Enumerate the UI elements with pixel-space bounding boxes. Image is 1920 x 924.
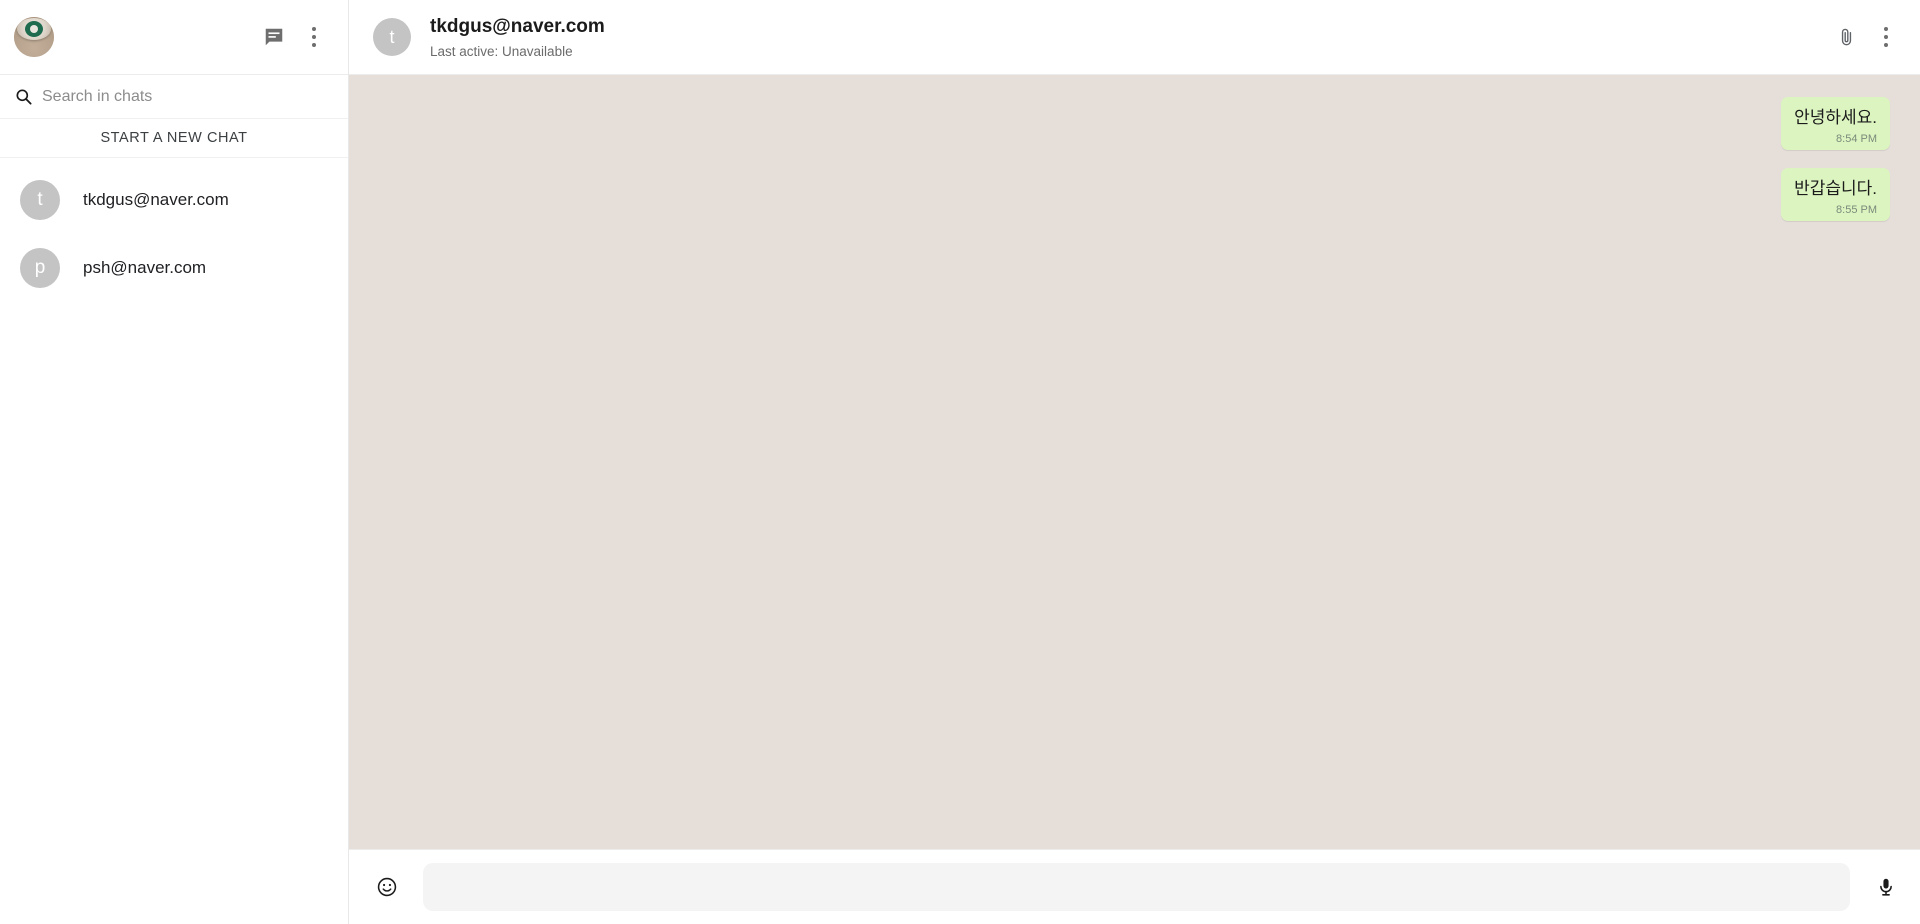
attach-file-button[interactable] xyxy=(1826,17,1866,57)
message-bubble-outgoing: 반갑습니다. 8:55 PM xyxy=(1781,168,1890,222)
search-bar[interactable] xyxy=(0,75,348,119)
chat-header: t tkdgus@naver.com Last active: Unavaila… xyxy=(349,0,1920,75)
new-chat-button[interactable] xyxy=(254,17,294,57)
avatar-photo-logo xyxy=(25,21,43,37)
chat-list-item-psh[interactable]: p psh@naver.com xyxy=(0,234,348,302)
microphone-icon xyxy=(1875,876,1897,898)
start-new-chat-button[interactable]: START A NEW CHAT xyxy=(0,119,348,158)
emoji-smiley-icon xyxy=(376,876,398,898)
sidebar-more-options-button[interactable] xyxy=(294,17,334,57)
page-title: tkdgus@naver.com xyxy=(430,16,605,38)
chat-list-item-tkdgus[interactable]: t tkdgus@naver.com xyxy=(0,166,348,234)
chat-panel: t tkdgus@naver.com Last active: Unavaila… xyxy=(349,0,1920,924)
chat-list-item-avatar: t xyxy=(20,180,60,220)
start-new-chat-label: START A NEW CHAT xyxy=(100,130,248,146)
message-text: 반갑습니다. xyxy=(1794,179,1877,199)
more-options-icon xyxy=(312,27,316,47)
message-list[interactable]: 안녕하세요. 8:54 PM 반갑습니다. 8:55 PM xyxy=(349,75,1920,849)
chat-header-avatar[interactable]: t xyxy=(373,18,411,56)
chat-list-item-name: psh@naver.com xyxy=(83,258,207,277)
message-timestamp: 8:54 PM xyxy=(1836,133,1877,146)
chat-list-item-name: tkdgus@naver.com xyxy=(83,190,229,209)
sidebar-toolbar xyxy=(0,0,348,75)
attachment-icon xyxy=(1836,27,1857,48)
message-timestamp: 8:55 PM xyxy=(1836,204,1877,217)
message-bubble-outgoing: 안녕하세요. 8:54 PM xyxy=(1781,97,1890,151)
search-icon xyxy=(8,82,38,112)
emoji-picker-button[interactable] xyxy=(367,867,407,907)
message-composer xyxy=(349,849,1920,924)
message-input[interactable] xyxy=(423,863,1850,911)
message-text: 안녕하세요. xyxy=(1794,108,1877,127)
search-input[interactable] xyxy=(38,87,334,106)
chat-app-window: START A NEW CHAT t tkdgus@naver.com p ps… xyxy=(0,0,1920,924)
chat-list: t tkdgus@naver.com p psh@naver.com xyxy=(0,158,348,924)
voice-message-button[interactable] xyxy=(1866,867,1906,907)
chat-more-options-button[interactable] xyxy=(1866,17,1906,57)
last-active-status: Last active: Unavailable xyxy=(430,43,573,59)
chat-header-text: tkdgus@naver.com Last active: Unavailabl… xyxy=(430,15,605,59)
chat-list-item-avatar: p xyxy=(20,248,60,288)
profile-avatar[interactable] xyxy=(14,17,54,57)
sidebar: START A NEW CHAT t tkdgus@naver.com p ps… xyxy=(0,0,349,924)
new-chat-icon xyxy=(263,26,285,48)
more-options-icon xyxy=(1884,27,1888,47)
